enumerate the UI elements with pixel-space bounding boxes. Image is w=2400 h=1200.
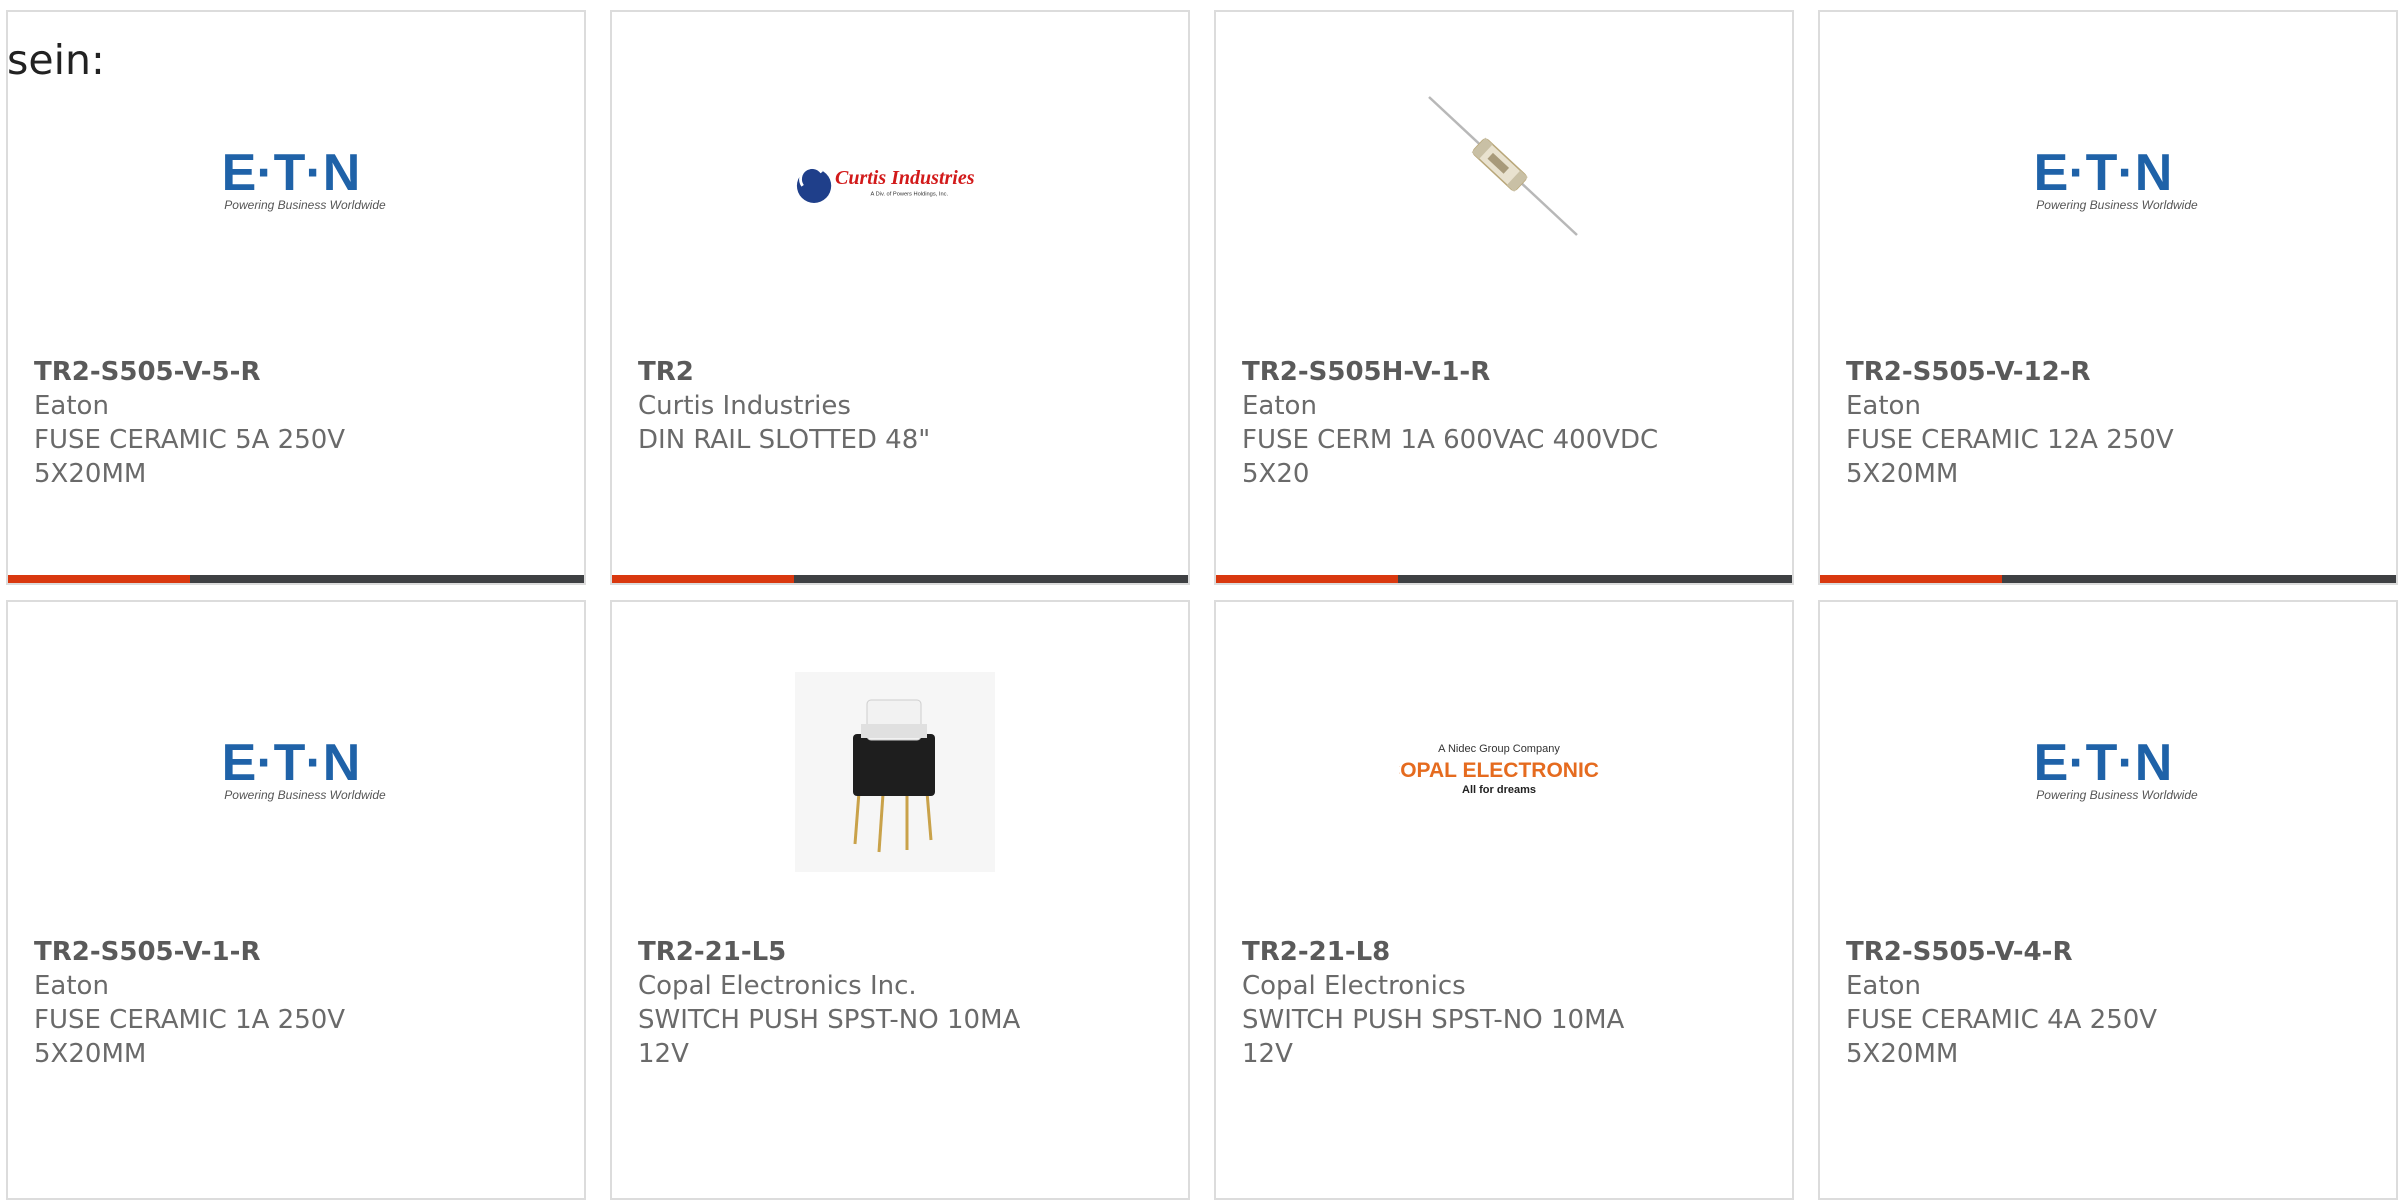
product-card[interactable]: TR2-21-L5 Copal Electronics Inc. SWITCH … <box>610 600 1190 1200</box>
svg-text:E·T·N: E·T·N <box>222 734 361 792</box>
svg-text:A Nidec Group Company: A Nidec Group Company <box>1438 743 1560 755</box>
fuse-photo <box>1399 82 1599 282</box>
part-number-link[interactable]: TR2-S505-V-5-R <box>34 355 454 389</box>
curtis-logo: Curtis Industries A Div. of Powers Holdi… <box>795 82 995 282</box>
product-card[interactable]: E·T·N Powering Business Worldwide TR2-S5… <box>6 10 586 585</box>
description: SWITCH PUSH SPST-NO 10MA 12V <box>1242 1005 1625 1069</box>
svg-text:E·T·N: E·T·N <box>2034 734 2173 792</box>
svg-text:Powering Business Worldwide: Powering Business Worldwide <box>2036 198 2198 212</box>
part-number-link[interactable]: TR2-S505-V-4-R <box>1846 935 2266 969</box>
manufacturer: Eaton <box>1846 971 1921 1001</box>
svg-text:A Div. of Powers Holdings, Inc: A Div. of Powers Holdings, Inc. <box>871 191 949 197</box>
manufacturer: Eaton <box>34 971 109 1001</box>
copal-logo: A Nidec Group Company COPAL ELECTRONICS … <box>1399 672 1599 872</box>
svg-text:Powering Business Worldwide: Powering Business Worldwide <box>2036 788 2198 802</box>
eaton-logo: E·T·N Powering Business Worldwide <box>191 672 391 872</box>
description: SWITCH PUSH SPST-NO 10MA 12V <box>638 1005 1021 1069</box>
card-footer-bar <box>1216 575 1792 583</box>
manufacturer: Copal Electronics <box>1242 971 1466 1001</box>
product-card[interactable]: Curtis Industries A Div. of Powers Holdi… <box>610 10 1190 585</box>
product-card[interactable]: E·T·N Powering Business Worldwide TR2-S5… <box>1818 600 2398 1200</box>
description: DIN RAIL SLOTTED 48" <box>638 425 931 455</box>
eaton-logo: E·T·N Powering Business Worldwide <box>2003 82 2203 282</box>
description: FUSE CERM 1A 600VAC 400VDC 5X20 <box>1242 425 1659 489</box>
product-card[interactable]: E·T·N Powering Business Worldwide TR2-S5… <box>1818 10 2398 585</box>
eaton-logo: E·T·N Powering Business Worldwide <box>191 82 391 282</box>
product-card[interactable]: TR2-S505H-V-1-R Eaton FUSE CERM 1A 600VA… <box>1214 10 1794 585</box>
description: FUSE CERAMIC 4A 250V 5X20MM <box>1846 1005 2158 1069</box>
description: FUSE CERAMIC 1A 250V 5X20MM <box>34 1005 346 1069</box>
product-card[interactable]: A Nidec Group Company COPAL ELECTRONICS … <box>1214 600 1794 1200</box>
description: FUSE CERAMIC 5A 250V 5X20MM <box>34 425 346 489</box>
description: FUSE CERAMIC 12A 250V 5X20MM <box>1846 425 2174 489</box>
part-number-link[interactable]: TR2-21-L5 <box>638 935 1058 969</box>
manufacturer: Copal Electronics Inc. <box>638 971 917 1001</box>
svg-text:Powering Business Worldwide: Powering Business Worldwide <box>224 198 386 212</box>
part-number-link[interactable]: TR2-S505H-V-1-R <box>1242 355 1662 389</box>
switch-photo <box>795 672 995 872</box>
eaton-logo: E·T·N Powering Business Worldwide <box>2003 672 2203 872</box>
svg-text:E·T·N: E·T·N <box>222 144 361 202</box>
svg-text:COPAL ELECTRONICS: COPAL ELECTRONICS <box>1399 759 1599 782</box>
svg-text:All for dreams: All for dreams <box>1462 784 1536 796</box>
part-number-link[interactable]: TR2-21-L8 <box>1242 935 1662 969</box>
part-number-link[interactable]: TR2-S505-V-12-R <box>1846 355 2266 389</box>
card-footer-bar <box>8 575 584 583</box>
manufacturer: Eaton <box>1242 391 1317 421</box>
part-number-link[interactable]: TR2 <box>638 355 1058 389</box>
page-prefix-text: sein: <box>7 36 105 84</box>
manufacturer: Eaton <box>1846 391 1921 421</box>
svg-text:Curtis Industries: Curtis Industries <box>835 167 975 189</box>
svg-text:Powering Business Worldwide: Powering Business Worldwide <box>224 788 386 802</box>
manufacturer: Eaton <box>34 391 109 421</box>
product-card[interactable]: E·T·N Powering Business Worldwide TR2-S5… <box>6 600 586 1200</box>
card-footer-bar <box>1820 575 2396 583</box>
part-number-link[interactable]: TR2-S505-V-1-R <box>34 935 454 969</box>
manufacturer: Curtis Industries <box>638 391 851 421</box>
svg-text:E·T·N: E·T·N <box>2034 144 2173 202</box>
card-footer-bar <box>612 575 1188 583</box>
